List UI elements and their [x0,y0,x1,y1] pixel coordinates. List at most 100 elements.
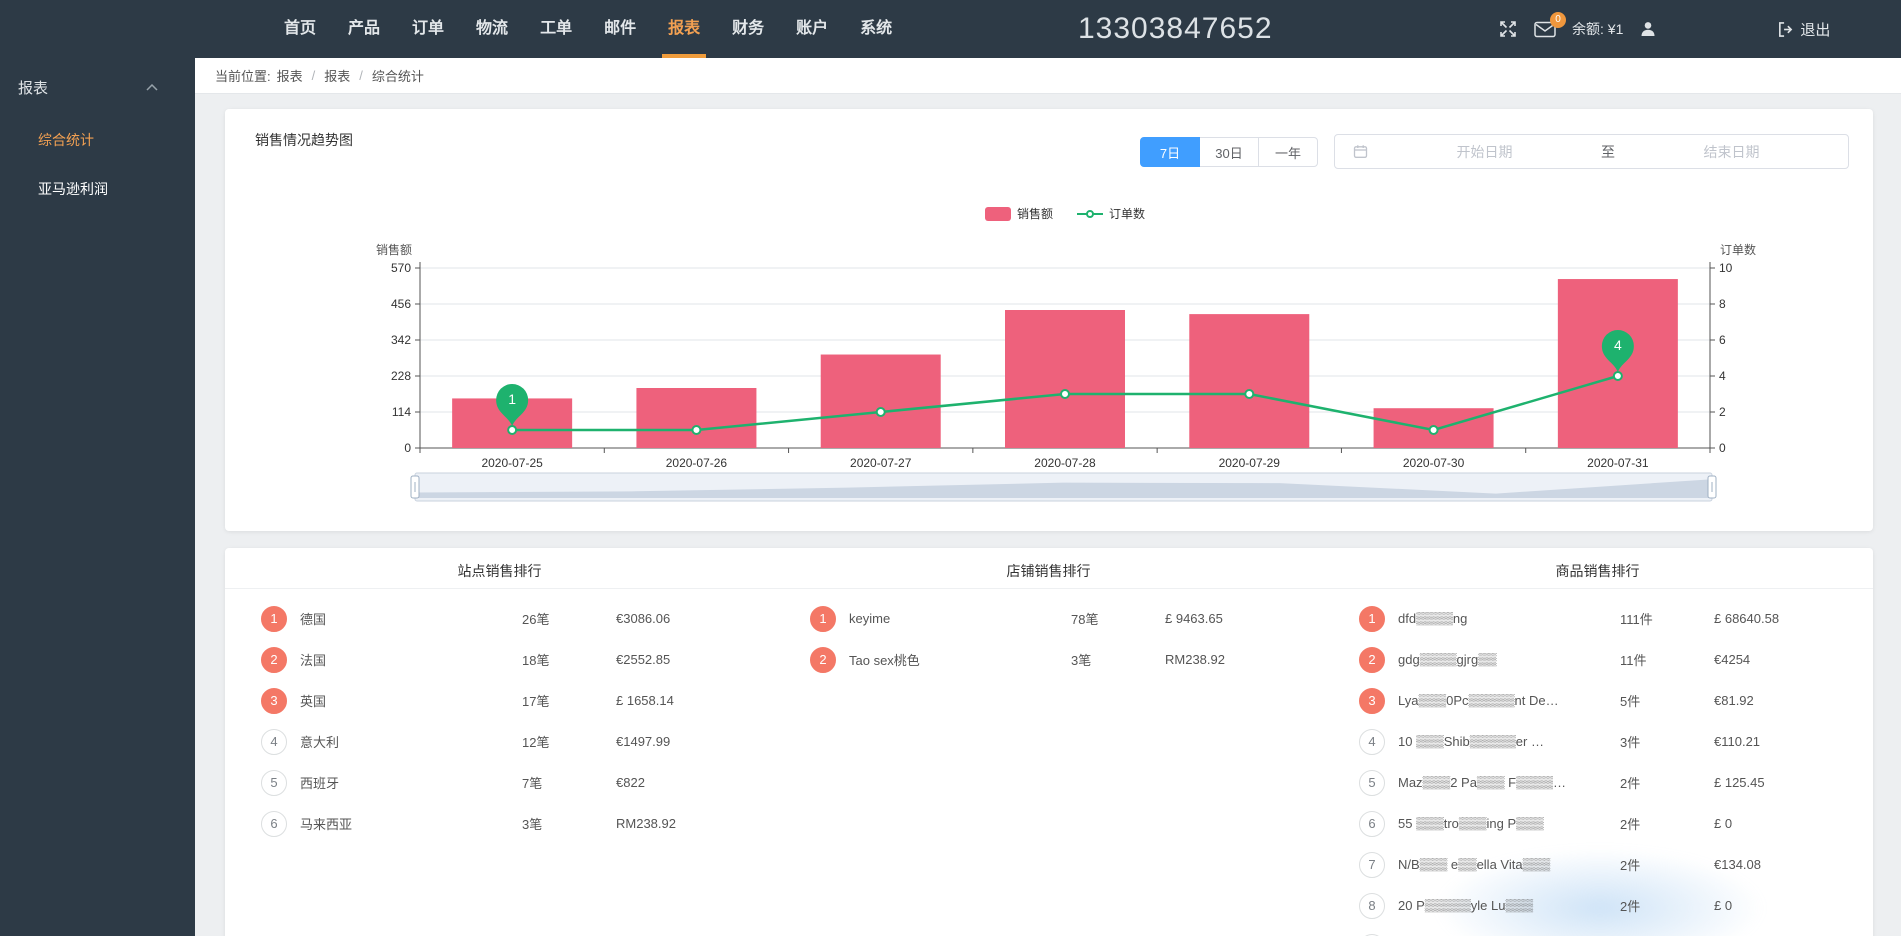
menu-item-2[interactable]: 订单 [396,0,460,58]
rank-item-value: £ 0 [1714,898,1822,913]
breadcrumb-separator: / [312,68,316,83]
rank-item-count: 18笔 [522,650,616,669]
rank-item-count: 2件 [1620,814,1714,833]
range-button-7d[interactable]: 7日 [1140,137,1200,167]
sidebar-group-reports[interactable]: 报表 [0,77,195,97]
rank-badge: 3 [261,688,287,714]
left-axis-tick-label: 342 [391,333,411,347]
rank-item-name: 意大利 [300,732,522,751]
rank-badge: 2 [810,647,836,673]
ranking-row: 6 马来西亚 3笔 RM238.92 [225,803,774,844]
rank-badge: 1 [810,606,836,632]
breadcrumb-item-0[interactable]: 报表 [277,66,303,85]
rank-item-name: dfd▒▒▒▒ng [1398,611,1620,626]
menu-item-4[interactable]: 工单 [524,0,588,58]
rank-item-name: Maz▒▒▒2 Pa▒▒▒ F▒▒▒▒… [1398,775,1620,790]
rank-badge: 3 [1359,688,1385,714]
left-axis-tick-label: 0 [404,441,411,455]
sales-bar [1189,314,1309,448]
rank-item-name: 20 P▒▒▒▒▒yle Lu▒▒▒ [1398,898,1620,913]
logout-icon [1777,21,1794,38]
product-sales-ranking: 商品销售排行 1 dfd▒▒▒▒ng 111件 £ 68640.58 2 gdg… [1323,548,1872,936]
site-sales-ranking: 站点销售排行 1 德国 26笔 €3086.06 2 法国 18笔 €2552.… [225,548,774,844]
rank-item-value: €81.92 [1714,693,1822,708]
ranking-row: 1 德国 26笔 €3086.06 [225,598,774,639]
ranking-row: 1 dfd▒▒▒▒ng 111件 £ 68640.58 [1323,598,1872,639]
menu-item-0[interactable]: 首页 [268,0,332,58]
sales-trend-card: 销售情况趋势图 7日 30日 一年 至 销售额 [225,109,1873,531]
rank-item-value: £ 125.45 [1714,775,1822,790]
menu-item-7[interactable]: 财务 [716,0,780,58]
rank-item-name: N/B▒▒▒ e▒▒ella Vita▒▒▒ [1398,857,1620,872]
ranking-row: 2 gdg▒▒▒▒gjrg▒▒ 11件 €4254 [1323,639,1872,680]
fullscreen-icon[interactable] [1498,19,1518,39]
chevron-up-icon [146,84,158,91]
menu-item-9[interactable]: 系统 [844,0,908,58]
x-axis-label: 2020-07-31 [1587,456,1649,470]
ranking-row: 2 法国 18笔 €2552.85 [225,639,774,680]
rank-item-name: keyime [849,611,1071,626]
right-axis-tick-label: 10 [1719,261,1733,275]
main-area: 当前位置: 报表/报表/综合统计 销售情况趋势图 7日 30日 一年 至 [195,58,1901,936]
order-point [1614,372,1622,380]
ranking-row: 7 N/B▒▒▒ e▒▒ella Vita▒▒▒ 2件 €134.08 [1323,844,1872,885]
ranking-rows: 1 keyime 78笔 £ 9463.65 2 Tao sex桃色 3笔 RM… [774,598,1323,680]
balance-label: 余额: ¥1 [1572,19,1623,39]
x-axis-label: 2020-07-30 [1403,456,1465,470]
x-axis-label: 2020-07-29 [1219,456,1281,470]
svg-text:4: 4 [1614,337,1622,353]
rank-item-name: Tao sex桃色 [849,650,1071,669]
x-axis-label: 2020-07-28 [1034,456,1096,470]
rank-item-count: 11件 [1620,650,1714,669]
rank-item-value: €3086.06 [616,611,724,626]
ranking-row: 3 英国 17笔 £ 1658.14 [225,680,774,721]
rank-item-name: Lya▒▒▒0Pc▒▒▒▒▒nt De… [1398,693,1620,708]
ranking-row: 4 意大利 12笔 €1497.99 [225,721,774,762]
sales-bar [1005,310,1125,448]
rank-item-count: 7笔 [522,773,616,792]
rank-item-value: £ 68640.58 [1714,611,1822,626]
menu-item-6[interactable]: 报表 [652,0,716,58]
breadcrumb-item-2[interactable]: 综合统计 [372,66,424,85]
rank-badge: 2 [261,647,287,673]
ranking-row: 3 Lya▒▒▒0Pc▒▒▒▒▒nt De… 5件 €81.92 [1323,680,1872,721]
rank-item-name: 西班牙 [300,773,522,792]
sidebar: 报表 综合统计亚马逊利润 [0,58,195,936]
rank-item-value: RM238.92 [1165,652,1273,667]
shop-sales-ranking: 店铺销售排行 1 keyime 78笔 £ 9463.65 2 Tao sex桃… [774,548,1323,680]
mail-icon[interactable]: 0 [1534,21,1556,38]
rank-badge: 5 [1359,770,1385,796]
breadcrumb-items: 报表/报表/综合统计 [277,66,424,85]
order-point [1430,426,1438,434]
rank-item-count: 2件 [1620,896,1714,915]
left-axis-tick-label: 456 [391,297,411,311]
user-avatar-icon[interactable] [1639,20,1657,38]
ranking-row: 5 Maz▒▒▒2 Pa▒▒▒ F▒▒▒▒… 2件 £ 125.45 [1323,762,1872,803]
ranking-row: 1 keyime 78笔 £ 9463.65 [774,598,1323,639]
right-axis-tick-label: 8 [1719,297,1726,311]
rank-badge: 1 [1359,606,1385,632]
sidebar-item-0[interactable]: 综合统计 [0,130,195,150]
menu-item-5[interactable]: 邮件 [588,0,652,58]
rank-badge: 1 [261,606,287,632]
rank-item-count: 17笔 [522,691,616,710]
order-point [508,426,516,434]
menu-item-8[interactable]: 账户 [780,0,844,58]
menu-item-3[interactable]: 物流 [460,0,524,58]
ranking-rows: 1 德国 26笔 €3086.06 2 法国 18笔 €2552.85 3 英国… [225,598,774,844]
breadcrumb: 当前位置: 报表/报表/综合统计 [195,58,1901,94]
ranking-title: 商品销售排行 [1323,561,1872,581]
sidebar-items: 综合统计亚马逊利润 [0,130,195,199]
x-axis-label: 2020-07-26 [666,456,728,470]
order-point [877,408,885,416]
left-axis-name: 销售额 [376,242,412,257]
menu-item-1[interactable]: 产品 [332,0,396,58]
ranking-title: 店铺销售排行 [774,561,1323,581]
rank-item-value: £ 9463.65 [1165,611,1273,626]
right-axis-tick-label: 4 [1719,369,1726,383]
logout-button[interactable]: 退出 [1777,19,1830,40]
breadcrumb-item-1[interactable]: 报表 [324,66,350,85]
mail-badge: 0 [1550,12,1566,28]
sidebar-item-1[interactable]: 亚马逊利润 [0,179,195,199]
topbar-menu: 首页产品订单物流工单邮件报表财务账户系统 [268,0,908,58]
